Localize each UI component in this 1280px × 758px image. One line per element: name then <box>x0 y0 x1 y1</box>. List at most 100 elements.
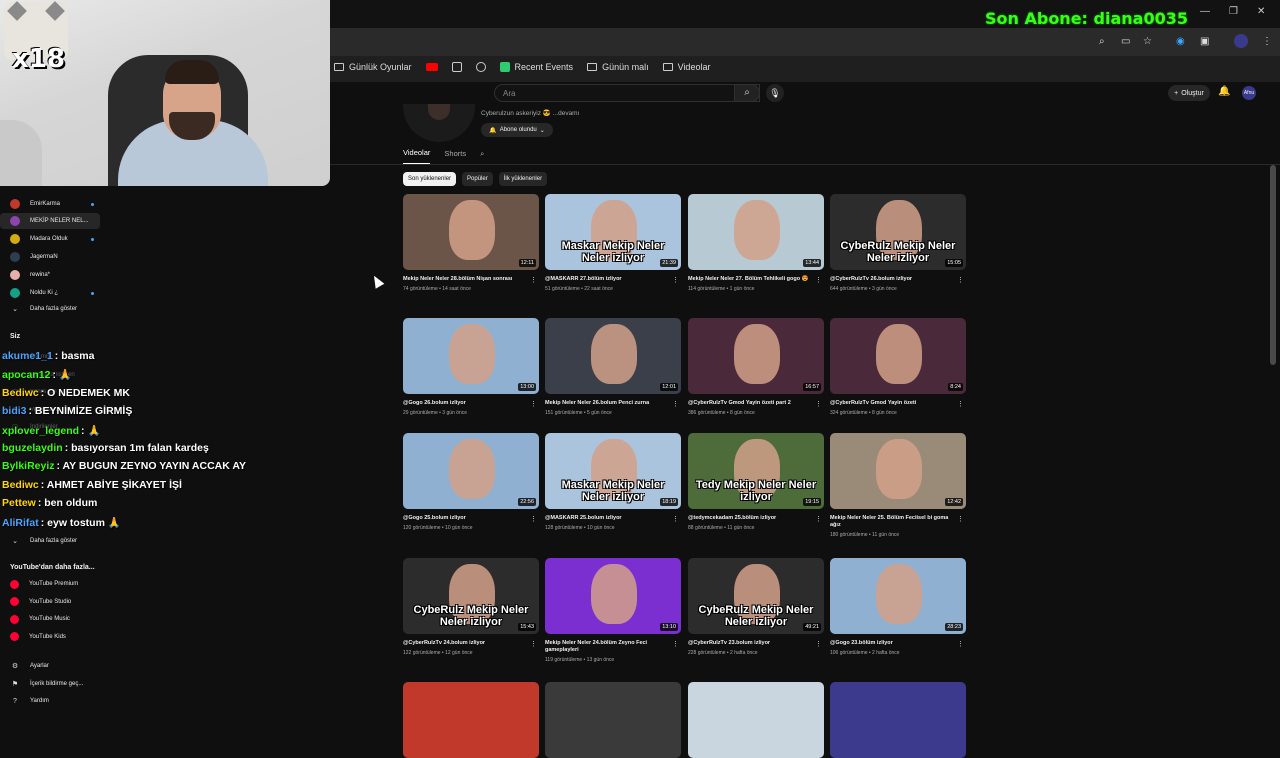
sidebar-subscription[interactable]: JagermaN <box>0 249 100 265</box>
minimize-icon[interactable]: — <box>1200 6 1210 17</box>
video-thumbnail[interactable]: 8:24 <box>830 318 966 394</box>
sidebar-item-flag[interactable]: ⚑ İçerik bildirme geç... <box>0 676 100 692</box>
video-title[interactable]: Mekip Neler Neler 27. Bölüm Tehlikeli go… <box>688 276 824 283</box>
chat-username[interactable]: BylkiReyiz <box>2 460 55 472</box>
sidebar-subscription[interactable]: MEKİP NELER NEL... <box>0 213 100 229</box>
video-thumbnail[interactable]: CybeRulz Mekip Neler Neler izliyor 15:43 <box>403 558 539 634</box>
search-input[interactable]: Ara <box>494 84 760 102</box>
video-title[interactable]: Mekip Neler Neler 28.bölüm Nişan sonrası <box>403 276 539 283</box>
menu-kebab-icon[interactable]: ⋮ <box>1262 36 1272 47</box>
page-scrollbar[interactable] <box>1270 165 1276 365</box>
notifications-bell-icon[interactable]: 🔔 <box>1218 86 1230 97</box>
video-title[interactable]: @MASKARR 25.bolum izliyor <box>545 515 681 522</box>
more-options-icon[interactable]: ⋮ <box>957 400 964 408</box>
you-section-header[interactable]: Siz <box>10 333 20 340</box>
video-thumbnail[interactable]: CybeRulz Mekip Neler Neler izliyor 15:05 <box>830 194 966 270</box>
video-title[interactable]: Mekip Neler Neler 25. Bölüm Feciisel bi … <box>830 515 966 529</box>
extension-icon[interactable]: ◉ <box>1176 36 1185 47</box>
more-options-icon[interactable]: ⋮ <box>672 276 679 284</box>
video-card[interactable] <box>403 682 539 758</box>
maximize-icon[interactable]: ❐ <box>1229 6 1238 17</box>
sidebar-item-youtube-app[interactable]: YouTube Premium <box>0 576 100 592</box>
more-options-icon[interactable]: ⋮ <box>957 276 964 284</box>
tab-shorts[interactable]: Shorts <box>444 149 466 164</box>
more-options-icon[interactable]: ⋮ <box>957 515 964 523</box>
video-title[interactable]: @CyberRulzTv 24.bolum izliyor <box>403 640 539 647</box>
channel-search-icon[interactable]: ⌕ <box>480 149 484 165</box>
video-thumbnail[interactable] <box>403 682 539 758</box>
video-card[interactable]: Maskar Mekip Neler Neler izliyor 18:19 @MA… <box>545 433 681 531</box>
video-thumbnail[interactable]: 13:44 <box>688 194 824 270</box>
video-thumbnail[interactable]: CybeRulz Mekip Neler Neler izliyor 49:21 <box>688 558 824 634</box>
zoom-icon[interactable]: ⌕ <box>1099 36 1105 47</box>
video-thumbnail[interactable]: 13:00 <box>403 318 539 394</box>
video-thumbnail[interactable]: 12:11 <box>403 194 539 270</box>
video-card[interactable]: 12:42 Mekip Neler Neler 25. Bölüm Feciise… <box>830 433 966 538</box>
chip-latest[interactable]: Son yüklenenler <box>403 172 457 186</box>
tab-videolar[interactable]: Videolar <box>403 148 431 165</box>
video-title[interactable]: @Gogo 23.bölüm izliyor <box>830 640 966 647</box>
video-card[interactable] <box>688 682 824 758</box>
bookmark-star-icon[interactable]: ☆ <box>1143 36 1152 47</box>
bookmark-recent-events[interactable]: Recent Events <box>499 62 573 72</box>
chat-username[interactable]: Pettew <box>2 497 36 509</box>
chat-username[interactable]: apocan12 <box>2 369 50 381</box>
video-card[interactable] <box>545 682 681 758</box>
video-card[interactable]: Maskar Mekip Neler Neler izliyor 21:39 @MA… <box>545 194 681 292</box>
more-options-icon[interactable]: ⋮ <box>530 276 537 284</box>
sidebar-item-gear[interactable]: ⚙ Ayarlar <box>0 658 100 674</box>
video-thumbnail[interactable]: Tedy Mekip Neler Neler izliyor 19:15 <box>688 433 824 509</box>
chat-username[interactable]: akume1_1 <box>2 350 53 362</box>
video-title[interactable]: @CyberRulzTv 23.bolum izliyor <box>688 640 824 647</box>
bookmark-openai[interactable] <box>475 62 486 72</box>
video-thumbnail[interactable] <box>545 682 681 758</box>
channel-description[interactable]: Cyberulzun askeriyiz 😎 ...devamı <box>481 109 579 117</box>
video-title[interactable]: Mekip Neler Neler 26.bolum Penci zurna <box>545 400 681 407</box>
video-card[interactable]: 12:11 Mekip Neler Neler 28.bölüm Nişan so… <box>403 194 539 292</box>
sidebar-item-youtube-app[interactable]: YouTube Studio <box>0 594 100 610</box>
chat-username[interactable]: AliRifat <box>2 517 39 529</box>
video-thumbnail[interactable]: 16:57 <box>688 318 824 394</box>
video-title[interactable]: Mekip Neler Neler 24.bölüm Zeyno Feci ga… <box>545 640 681 654</box>
chat-username[interactable]: xplover_legend <box>2 425 79 437</box>
video-thumbnail[interactable]: Maskar Mekip Neler Neler izliyor 18:19 <box>545 433 681 509</box>
bookmark-game[interactable] <box>451 62 462 72</box>
video-card[interactable]: Tedy Mekip Neler Neler izliyor 19:15 @tedy… <box>688 433 824 531</box>
more-options-icon[interactable]: ⋮ <box>672 515 679 523</box>
video-card[interactable]: CybeRulz Mekip Neler Neler izliyor 15:43 @… <box>403 558 539 656</box>
video-card[interactable]: 8:24 @CyberRulzTv Gmod Yayin özeti 324 gör… <box>830 318 966 416</box>
cast-icon[interactable]: ▭ <box>1121 36 1130 47</box>
video-thumbnail[interactable]: 13:10 <box>545 558 681 634</box>
video-card[interactable]: 13:10 Mekip Neler Neler 24.bölüm Zeyno Fe… <box>545 558 681 663</box>
sidebar-subscription[interactable]: Noldu Ki ¿ <box>0 285 100 301</box>
bookmark-gunluk-oyunlar[interactable]: Günlük Oyunlar <box>334 62 412 72</box>
more-options-icon[interactable]: ⋮ <box>530 515 537 523</box>
account-avatar[interactable]: Afnu <box>1242 86 1256 100</box>
show-more-button[interactable]: ⌄ Daha fazla göster <box>0 533 100 549</box>
video-title[interactable]: @MASKARR 27.bölüm izliyor <box>545 276 681 283</box>
close-icon[interactable]: ✕ <box>1257 6 1265 17</box>
video-card[interactable]: CybeRulz Mekip Neler Neler izliyor 15:05 @… <box>830 194 966 292</box>
more-options-icon[interactable]: ⋮ <box>530 400 537 408</box>
video-card[interactable]: 12:01 Mekip Neler Neler 26.bolum Penci zu… <box>545 318 681 416</box>
show-more-button[interactable]: ⌄ Daha fazla göster <box>0 301 100 317</box>
more-options-icon[interactable]: ⋮ <box>957 640 964 648</box>
video-title[interactable]: @Gogo 26.bolum izliyor <box>403 400 539 407</box>
more-options-icon[interactable]: ⋮ <box>815 640 822 648</box>
chat-username[interactable]: bguzelaydin <box>2 442 63 454</box>
video-thumbnail[interactable]: Maskar Mekip Neler Neler izliyor 21:39 <box>545 194 681 270</box>
sidebar-item-youtube-app[interactable]: YouTube Kids <box>0 629 100 645</box>
sidebar-subscription[interactable]: EmirKarma <box>0 196 100 212</box>
chat-username[interactable]: Bediwc <box>2 479 39 491</box>
more-options-icon[interactable]: ⋮ <box>815 515 822 523</box>
video-card[interactable] <box>830 682 966 758</box>
more-options-icon[interactable]: ⋮ <box>530 640 537 648</box>
chip-popular[interactable]: Popüler <box>462 172 493 186</box>
chat-username[interactable]: bidi3 <box>2 405 27 417</box>
video-card[interactable]: 13:00 @Gogo 26.bolum izliyor 29 görüntülem… <box>403 318 539 416</box>
video-thumbnail[interactable] <box>830 682 966 758</box>
video-thumbnail[interactable]: 28:23 <box>830 558 966 634</box>
chip-oldest[interactable]: İlk yüklenenler <box>498 172 548 186</box>
video-title[interactable]: @Gogo 25.bolum izliyor <box>403 515 539 522</box>
more-options-icon[interactable]: ⋮ <box>815 276 822 284</box>
